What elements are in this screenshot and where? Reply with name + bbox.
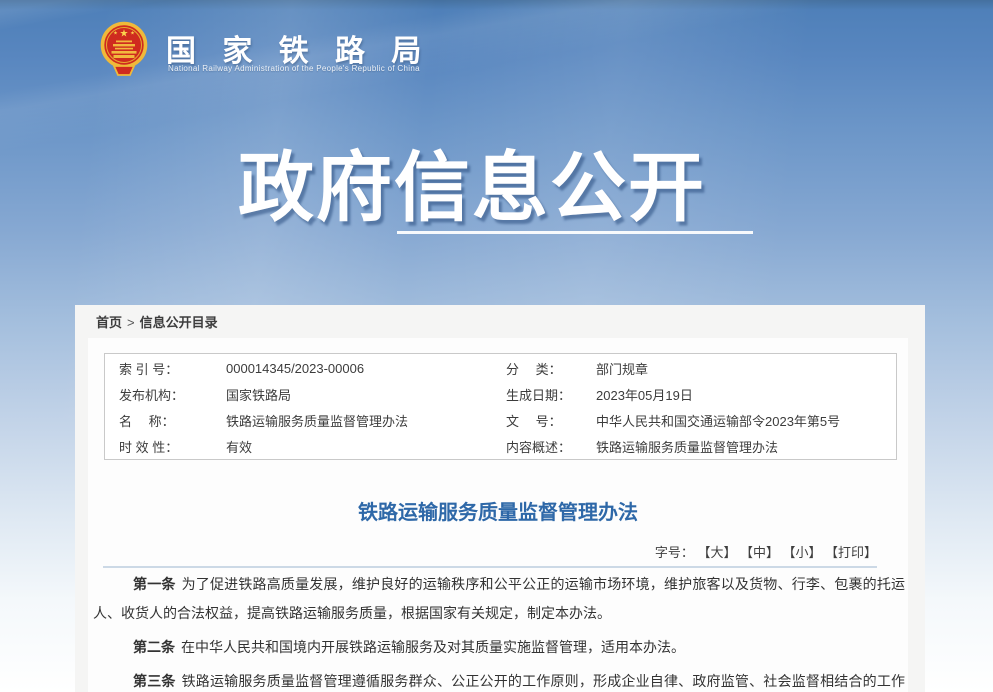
breadcrumb-home-link[interactable]: 首页 bbox=[96, 315, 122, 330]
meta-value-issuer: 国家铁路局 bbox=[226, 385, 506, 404]
article-text: 为了促进铁路高质量发展，维护良好的运输秩序和公平公正的运输市场环境，维护旅客以及… bbox=[93, 576, 905, 621]
article-divider bbox=[103, 566, 877, 568]
meta-label-index-no: 索 引 号： bbox=[119, 359, 226, 378]
article-paragraph: 第一条为了促进铁路高质量发展，维护良好的运输秩序和公平公正的运输市场环境，维护旅… bbox=[93, 570, 905, 628]
meta-value-doc-number: 中华人民共和国交通运输部令2023年第5号 bbox=[596, 411, 896, 430]
meta-value-name: 铁路运输服务质量监督管理办法 bbox=[226, 411, 506, 430]
meta-label-summary: 内容概述： bbox=[506, 437, 596, 456]
article-text: 铁路运输服务质量监督管理遵循服务群众、公正公开的工作原则，形成企业自律、政府监管… bbox=[93, 673, 905, 692]
fontsize-controls: 字号： 【大】【中】【小】【打印】 bbox=[88, 542, 877, 561]
article-number: 第一条 bbox=[133, 576, 176, 592]
article-body: 第一条为了促进铁路高质量发展，维护良好的运输秩序和公平公正的运输市场环境，维护旅… bbox=[93, 570, 905, 692]
document-meta-table: 索 引 号： 000014345/2023-00006 分 类： 部门规章 发布… bbox=[104, 353, 897, 460]
meta-value-category: 部门规章 bbox=[596, 359, 896, 378]
svg-text:★: ★ bbox=[120, 29, 129, 40]
breadcrumb-current[interactable]: 信息公开目录 bbox=[140, 315, 218, 330]
svg-text:★: ★ bbox=[113, 31, 118, 37]
meta-label-name: 名 称： bbox=[119, 411, 226, 430]
breadcrumb: 首页 > 信息公开目录 bbox=[96, 312, 218, 331]
article-number: 第二条 bbox=[133, 639, 175, 655]
article-paragraph: 第二条在中华人民共和国境内开展铁路运输服务及对其质量实施监督管理，适用本办法。 bbox=[93, 633, 905, 662]
meta-value-validity: 有效 bbox=[226, 437, 506, 456]
meta-label-validity: 时 效 性： bbox=[119, 437, 226, 456]
fontsize-large-button[interactable]: 【大】 bbox=[704, 545, 737, 560]
meta-value-issue-date: 2023年05月19日 bbox=[596, 385, 896, 404]
document-title: 铁路运输服务质量监督管理办法 bbox=[88, 496, 908, 525]
banner-underline bbox=[397, 231, 753, 234]
fontsize-medium-button[interactable]: 【中】 bbox=[746, 545, 779, 560]
site-title-english: National Railway Administration of the P… bbox=[168, 64, 420, 73]
svg-text:★: ★ bbox=[130, 31, 135, 37]
print-button[interactable]: 【打印】 bbox=[831, 545, 877, 560]
breadcrumb-separator: > bbox=[127, 315, 135, 330]
article-paragraph: 第三条铁路运输服务质量监督管理遵循服务群众、公正公开的工作原则，形成企业自律、政… bbox=[93, 667, 905, 692]
article-text: 在中华人民共和国境内开展铁路运输服务及对其质量实施监督管理，适用本办法。 bbox=[181, 639, 685, 655]
meta-label-category: 分 类： bbox=[506, 359, 596, 378]
article-number: 第三条 bbox=[133, 673, 176, 689]
fontsize-small-button[interactable]: 【小】 bbox=[789, 545, 822, 560]
national-emblem-icon[interactable]: ★ ★ ★ bbox=[99, 20, 149, 78]
government-info-page: ★ ★ ★ 国 家 铁 路 局 National Railway Adminis… bbox=[0, 0, 993, 692]
meta-value-summary: 铁路运输服务质量监督管理办法 bbox=[596, 437, 896, 456]
meta-label-issue-date: 生成日期： bbox=[506, 385, 596, 404]
fontsize-label: 字号： bbox=[655, 545, 694, 560]
banner-title: 政府信息公开 bbox=[238, 126, 706, 236]
meta-value-index-no: 000014345/2023-00006 bbox=[226, 361, 506, 376]
meta-label-issuer: 发布机构： bbox=[119, 385, 226, 404]
meta-label-doc-number: 文 号： bbox=[506, 411, 596, 430]
